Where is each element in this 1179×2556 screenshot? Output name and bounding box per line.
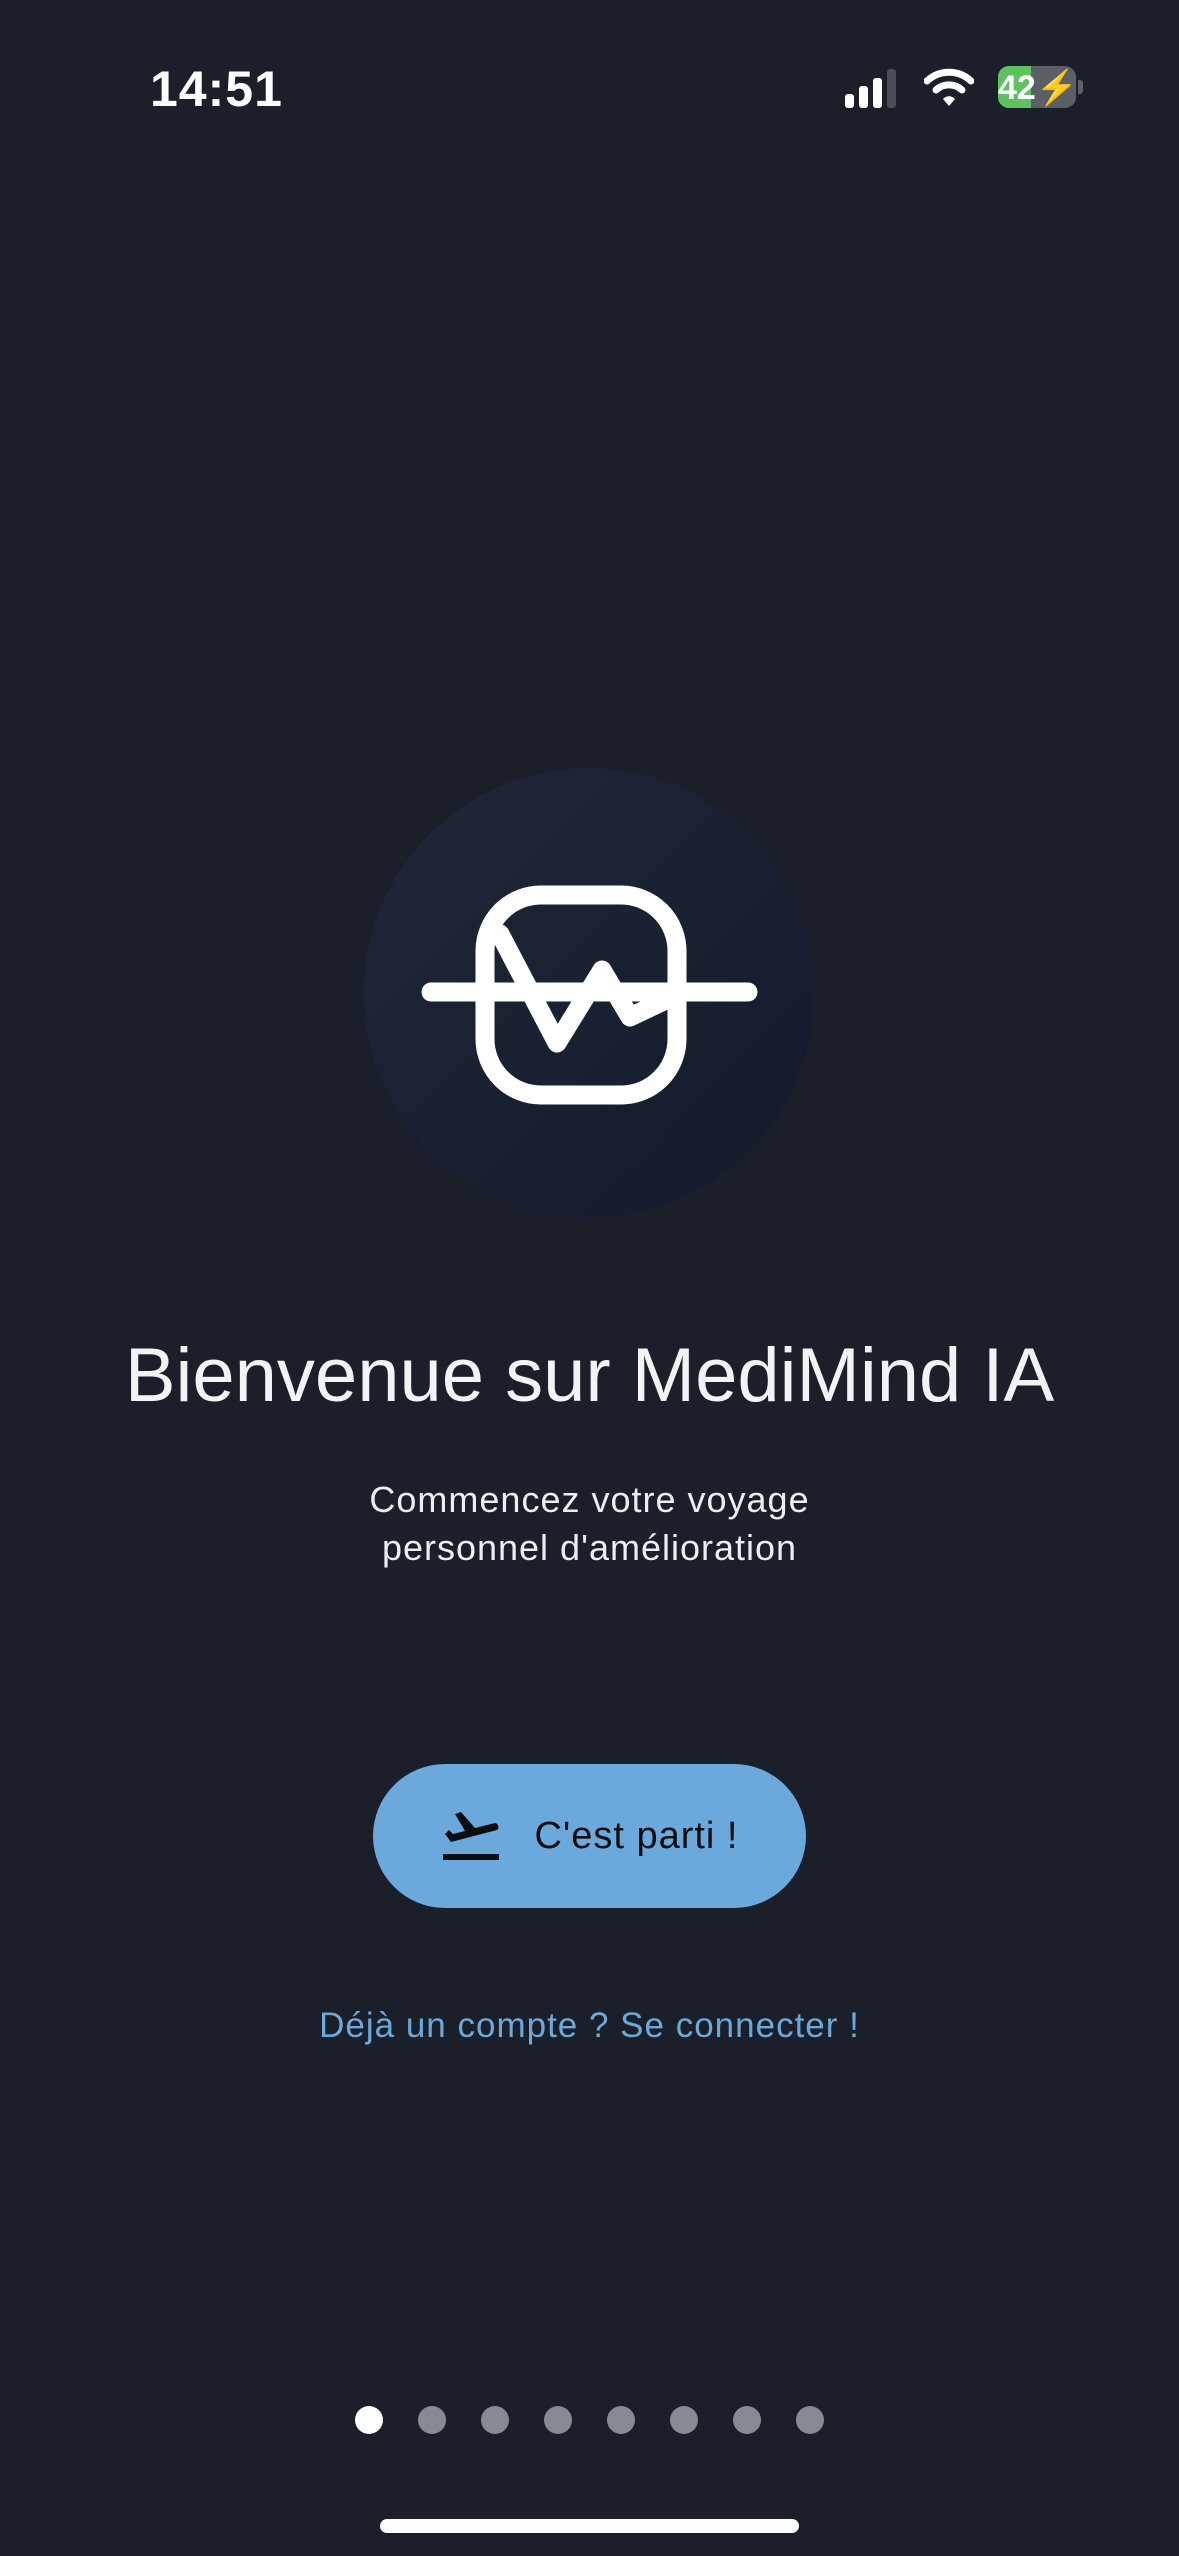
wifi-icon (924, 68, 974, 106)
status-time: 14:51 (150, 61, 283, 117)
page-dot[interactable] (418, 2406, 446, 2434)
battery-tip (1078, 80, 1083, 94)
home-indicator[interactable] (380, 2519, 799, 2533)
app-logo (364, 768, 814, 1218)
welcome-title: Bienvenue sur MediMind IA (124, 1333, 1055, 1418)
page-indicator (0, 2406, 1179, 2434)
page-dot[interactable] (544, 2406, 572, 2434)
login-link[interactable]: Déjà un compte ? Se connecter ! (0, 2006, 1179, 2046)
heartbeat-square-icon (421, 885, 758, 1105)
subtitle-line: personnel d'amélioration (381, 1527, 798, 1568)
page-dot[interactable] (355, 2406, 383, 2434)
welcome-subtitle: Commencez votre voyage personnel d'améli… (0, 1476, 1179, 1572)
page-dot[interactable] (733, 2406, 761, 2434)
page-dot[interactable] (796, 2406, 824, 2434)
signal-icon (845, 69, 896, 108)
start-button-label: C'est parti ! (534, 1814, 739, 1857)
page-dot[interactable] (670, 2406, 698, 2434)
start-button[interactable]: C'est parti ! (373, 1764, 806, 1908)
airplane-takeoff-icon (442, 1812, 499, 1860)
page-dot[interactable] (481, 2406, 509, 2434)
subtitle-line: Commencez votre voyage (369, 1479, 810, 1520)
battery-charging-icon: 42⚡ (998, 66, 1076, 108)
page-dot[interactable] (607, 2406, 635, 2434)
battery-level: 42⚡ (998, 69, 1076, 107)
